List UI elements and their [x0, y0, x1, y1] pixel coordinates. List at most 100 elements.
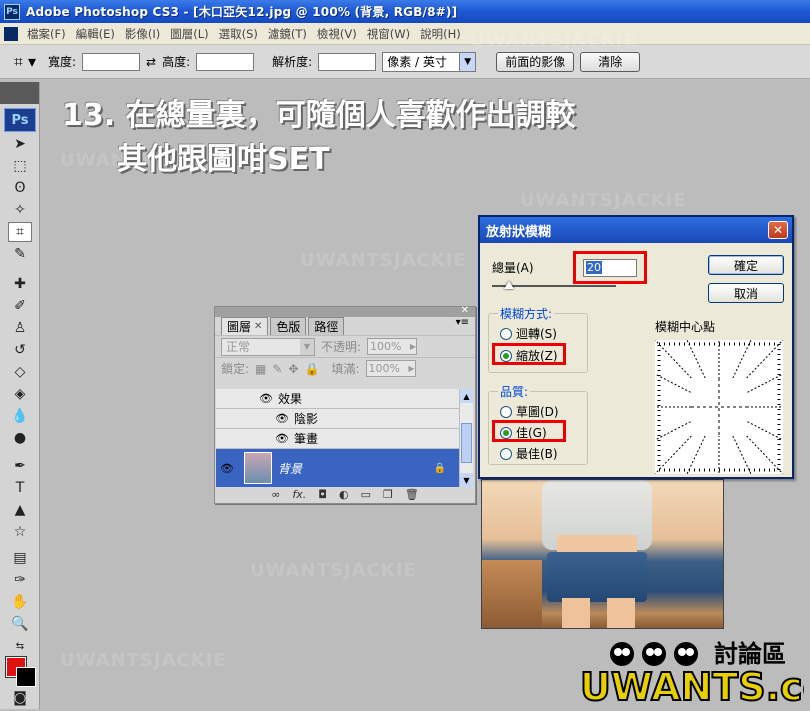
tab-layers[interactable]: 圖層 ✕ — [221, 317, 269, 335]
eye-icon[interactable]: 👁 — [274, 412, 290, 425]
eye-icon[interactable]: 👁 — [258, 392, 274, 405]
healing-brush-tool-icon[interactable]: ✚ — [8, 274, 32, 294]
menu-image[interactable]: 影像(I) — [120, 26, 165, 42]
menu-view[interactable]: 檢視(V) — [312, 26, 362, 42]
clone-stamp-tool-icon[interactable]: ♙ — [8, 318, 32, 338]
layer-background[interactable]: 👁 背景 🔒 — [216, 449, 460, 487]
layer-effects-row[interactable]: 👁 效果 — [216, 389, 460, 409]
tab-paths[interactable]: 路徑 — [308, 317, 345, 335]
lasso-tool-icon[interactable]: ʘ — [8, 178, 32, 198]
new-group-icon[interactable]: ▭ — [361, 488, 371, 501]
magic-wand-tool-icon[interactable]: ✧ — [8, 200, 32, 220]
lock-transparency-icon[interactable]: ▦ — [255, 362, 266, 376]
quick-mask-icon[interactable]: ◙ — [8, 688, 32, 708]
ok-button[interactable]: 確定 — [708, 255, 784, 275]
resolution-input[interactable] — [318, 52, 377, 71]
menu-window[interactable]: 視窗(W) — [362, 26, 415, 42]
paint-bucket-tool-icon[interactable]: ◈ — [8, 384, 32, 404]
move-tool-icon[interactable]: ➤ — [8, 134, 32, 154]
delete-layer-icon[interactable]: 🗑 — [405, 488, 419, 501]
opacity-input[interactable]: 100% ▶ — [367, 338, 418, 355]
eyedropper-tool-icon[interactable]: ✑ — [8, 570, 32, 590]
menu-app-icon[interactable] — [4, 26, 18, 41]
radio-icon — [500, 447, 512, 460]
tutorial-caption: 13. 在總量裏，可隨個人喜歡作出調較 其他跟圖咁SET — [62, 94, 576, 182]
swap-icon[interactable]: ⇄ — [146, 55, 156, 69]
toolbox-ps-logo[interactable]: Ps — [4, 108, 36, 132]
shape-tool-icon[interactable]: ☆ — [8, 522, 32, 542]
lock-all-icon[interactable]: 🔒 — [305, 362, 320, 376]
radio-selected-icon — [500, 349, 512, 362]
method-zoom-radio[interactable]: 縮放(Z) — [500, 347, 558, 364]
eraser-tool-icon[interactable]: ◇ — [8, 362, 32, 382]
layers-footer: ∞ fx. ◘ ◐ ▭ ❐ 🗑 — [215, 485, 475, 503]
cancel-button[interactable]: 取消 — [708, 283, 784, 303]
pen-tool-icon[interactable]: ✒ — [8, 456, 32, 476]
height-input[interactable] — [196, 52, 255, 71]
menu-select[interactable]: 選取(S) — [214, 26, 263, 42]
notes-tool-icon[interactable]: ▤ — [8, 548, 32, 568]
menu-edit[interactable]: 編輯(E) — [71, 26, 120, 42]
blend-mode-value: 正常 — [226, 340, 251, 354]
blend-mode-select[interactable]: 正常 ▼ — [221, 337, 315, 356]
chevron-right-icon: ▶ — [408, 364, 415, 373]
marquee-tool-icon[interactable]: ⬚ — [8, 156, 32, 176]
quality-best-radio[interactable]: 最佳(B) — [500, 445, 558, 462]
link-layers-icon[interactable]: ∞ — [271, 488, 280, 501]
close-icon[interactable]: ✕ — [254, 321, 262, 332]
swap-colors-icon[interactable]: ⇆ — [8, 636, 32, 656]
resolution-unit-select[interactable]: 像素 / 英寸 ▼ — [382, 51, 477, 72]
scroll-up-icon[interactable]: ▲ — [460, 389, 473, 403]
add-mask-icon[interactable]: ◘ — [318, 488, 327, 501]
zoom-tool-icon[interactable]: 🔍 — [8, 614, 32, 634]
menu-help[interactable]: 說明(H) — [415, 26, 466, 42]
fill-value: 100% — [368, 362, 400, 375]
quality-good-radio[interactable]: 佳(G) — [500, 424, 547, 441]
chevron-right-icon: ▶ — [409, 342, 417, 351]
blur-tool-icon[interactable]: 💧 — [8, 406, 32, 426]
panel-header[interactable]: ✕ — [215, 305, 475, 317]
quality-good-label: 佳(G) — [516, 426, 547, 440]
menu-filter[interactable]: 濾鏡(T) — [263, 26, 312, 42]
dodge-tool-icon[interactable]: ● — [8, 428, 32, 448]
background-color-swatch[interactable] — [16, 667, 36, 687]
path-selection-tool-icon[interactable]: ▲ — [8, 500, 32, 520]
layer-effect-shadow[interactable]: 👁 陰影 — [216, 409, 460, 429]
brush-tool-icon[interactable]: ✐ — [8, 296, 32, 316]
adjustment-layer-icon[interactable]: ◐ — [339, 488, 349, 501]
eye-icon[interactable]: 👁 — [274, 432, 290, 445]
amount-input[interactable]: 20 — [583, 258, 637, 277]
layers-scrollbar[interactable]: ▲ ▼ — [459, 389, 473, 487]
quality-draft-radio[interactable]: 草圖(D) — [500, 403, 559, 420]
new-layer-icon[interactable]: ❐ — [383, 488, 393, 501]
lock-pixels-icon[interactable]: ✎ — [272, 362, 282, 376]
watermark: UWANTSJACKIE — [300, 250, 467, 271]
panel-close-icon[interactable]: ✕ — [461, 305, 469, 316]
scroll-thumb[interactable] — [461, 423, 472, 463]
menu-layer[interactable]: 圖層(L) — [165, 26, 213, 42]
lock-position-icon[interactable]: ✥ — [288, 362, 298, 376]
slice-tool-icon[interactable]: ✎ — [8, 244, 32, 264]
window-title: Adobe Photoshop CS3 - [木口亞矢12.jpg @ 100%… — [26, 5, 458, 19]
crop-tool-preset-icon[interactable]: ⌗ ▾ — [8, 50, 42, 74]
history-brush-tool-icon[interactable]: ↺ — [8, 340, 32, 360]
crop-tool-icon[interactable]: ⌗ — [8, 222, 32, 242]
method-spin-radio[interactable]: 迴轉(S) — [500, 325, 557, 342]
fx-icon[interactable]: fx. — [292, 488, 306, 501]
dialog-title[interactable]: 放射狀模糊 — [480, 217, 792, 243]
width-input[interactable] — [82, 52, 141, 71]
panel-menu-icon[interactable]: ▾≡ — [456, 317, 469, 335]
amount-slider-thumb[interactable] — [504, 281, 514, 289]
eye-icon[interactable]: 👁 — [216, 462, 238, 475]
layer-effect-stroke[interactable]: 👁 筆畫 — [216, 429, 460, 449]
type-tool-icon[interactable]: T — [8, 478, 32, 498]
toolbox-header[interactable] — [0, 82, 39, 104]
front-image-button[interactable]: 前面的影像 — [496, 51, 575, 72]
menu-file[interactable]: 檔案(F) — [22, 26, 71, 42]
tab-channels[interactable]: 色版 — [270, 317, 307, 335]
hand-tool-icon[interactable]: ✋ — [8, 592, 32, 612]
blur-center-preview[interactable] — [655, 340, 783, 474]
clear-button[interactable]: 清除 — [580, 51, 641, 72]
close-icon[interactable]: ✕ — [768, 221, 788, 239]
fill-input[interactable]: 100% ▶ — [365, 360, 416, 377]
